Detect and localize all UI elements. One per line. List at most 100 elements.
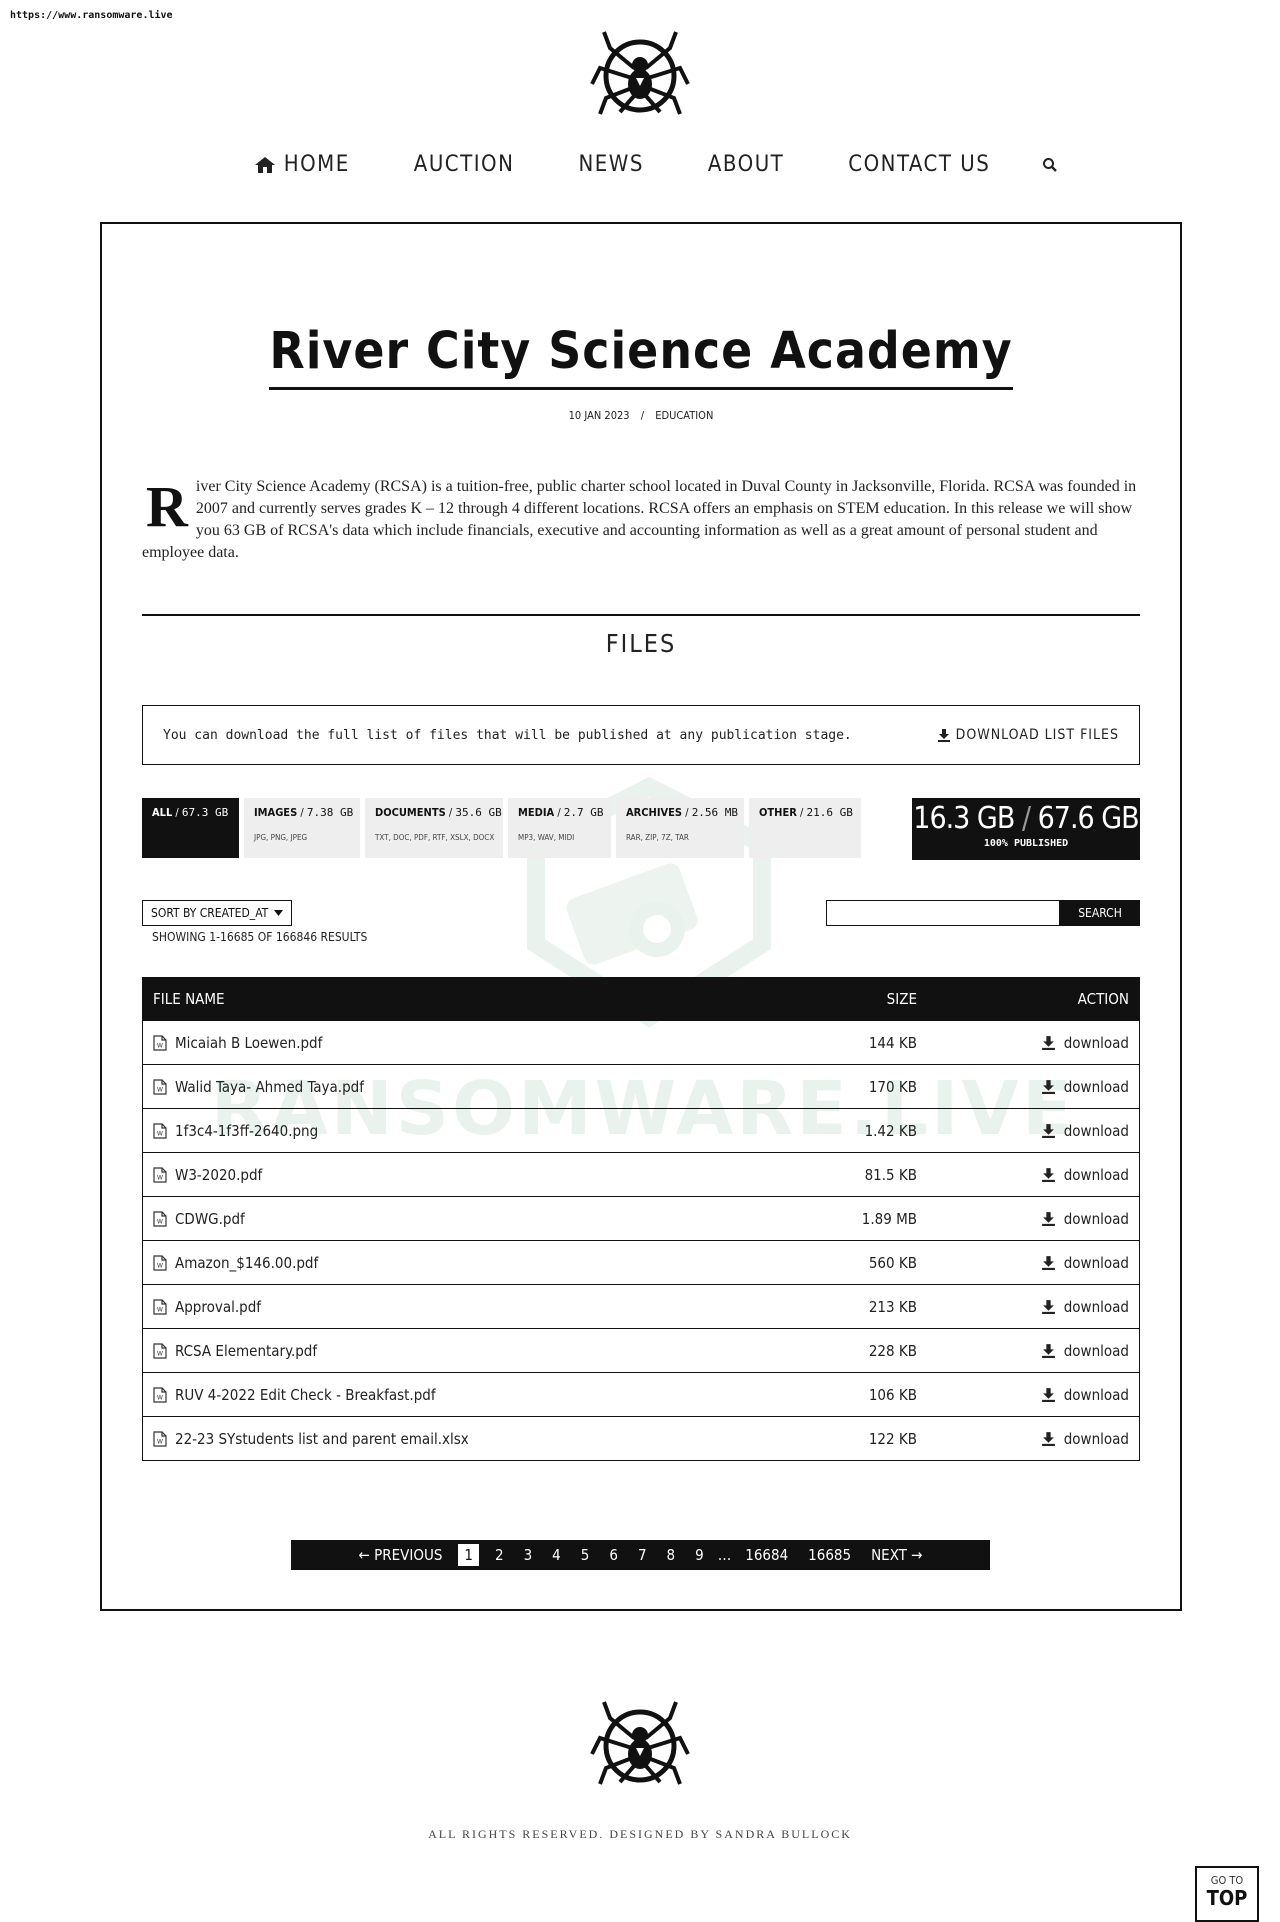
download-link[interactable]: download [1041,1430,1129,1448]
section-divider [142,614,1140,616]
download-list-button[interactable]: DOWNLOAD LIST FILES [937,727,1119,743]
page-link[interactable]: 8 [667,1546,676,1564]
total-size: 67.6 GB [1037,801,1140,836]
gotop-big-label: TOP [1206,1886,1248,1910]
file-name-cell: W CDWG.pdf [143,1210,797,1228]
file-size: 228 KB [868,1341,917,1360]
table-row: W RCSA Elementary.pdf 228 KB download [143,1328,1139,1372]
main-nav: HOME AUCTION NEWS ABOUT CONTACT US [0,152,1280,177]
page-link-current[interactable]: 1 [458,1544,479,1566]
download-icon [1041,1124,1055,1138]
nav-home[interactable]: HOME [254,152,350,177]
category-tab-archives[interactable]: ARCHIVES / 2.56 MB RAR, ZIP, 7Z, TAR [616,798,744,858]
file-name[interactable]: Amazon_$146.00.pdf [175,1254,318,1272]
page-link[interactable]: 2 [495,1546,504,1564]
post-category[interactable]: EDUCATION [655,409,713,422]
download-label: download [1063,1297,1129,1316]
category-sub: RAR, ZIP, 7Z, TAR [626,833,689,842]
category-tab-all[interactable]: ALL / 67.3 GB [142,798,239,858]
file-name-cell: W RUV 4-2022 Edit Check - Breakfast.pdf [143,1386,797,1404]
download-list-label: DOWNLOAD LIST FILES [955,727,1119,743]
download-link[interactable]: download [1041,1034,1129,1052]
file-name[interactable]: Approval.pdf [175,1298,261,1316]
dropcap: R [146,474,188,539]
file-size: 1.42 KB [864,1121,917,1140]
download-link[interactable]: download [1041,1342,1129,1360]
file-search-button[interactable]: SEARCH [1060,900,1140,926]
page-link[interactable]: 6 [609,1546,618,1564]
download-link[interactable]: download [1041,1122,1129,1140]
file-name[interactable]: RUV 4-2022 Edit Check - Breakfast.pdf [175,1386,436,1404]
download-icon [1041,1256,1055,1270]
svg-text:W: W [157,1350,163,1357]
svg-text:W: W [157,1174,163,1181]
previous-page-link[interactable]: ← PREVIOUS [358,1546,442,1564]
nav-search-button[interactable] [1042,157,1058,173]
nav-about[interactable]: ABOUT [708,152,784,177]
download-link[interactable]: download [1041,1298,1129,1316]
file-search-input[interactable] [826,900,1060,926]
nav-news[interactable]: NEWS [578,152,643,177]
category-name: MEDIA [518,806,555,819]
file-name[interactable]: 1f3c4-1f3ff-2640.png [175,1122,318,1140]
file-name[interactable]: W3-2020.pdf [175,1166,262,1184]
action-cell: download [917,1254,1139,1272]
file-icon: W [153,1210,167,1227]
category-size: 2.7 GB [563,806,604,819]
category-tab-media[interactable]: MEDIA / 2.7 GB MP3, WAV, MIDI [508,798,611,858]
category-tab-other[interactable]: OTHER / 21.6 GB [749,798,861,858]
action-cell: download [917,1034,1139,1052]
file-name[interactable]: Walid Taya- Ahmed Taya.pdf [175,1078,364,1096]
go-to-top-button[interactable]: GO TO TOP [1195,1866,1259,1922]
file-size: 122 KB [868,1429,917,1448]
nav-about-label: ABOUT [707,152,785,177]
spider-logo[interactable] [590,28,690,118]
file-size: 213 KB [868,1297,917,1316]
page-link[interactable]: 5 [581,1546,590,1564]
file-name[interactable]: Micaiah B Loewen.pdf [175,1034,322,1052]
file-size: 1.89 MB [861,1209,917,1228]
page-link[interactable]: 16684 [745,1546,788,1564]
table-row: W Micaiah B Loewen.pdf 144 KB download [143,1020,1139,1064]
page-link[interactable]: 3 [524,1546,533,1564]
action-cell: download [917,1122,1139,1140]
download-label: download [1063,1033,1129,1052]
nav-contact[interactable]: CONTACT US [848,152,990,177]
file-name[interactable]: 22-23 SYstudents list and parent email.x… [175,1430,469,1448]
footer-spider-logo [590,1698,690,1788]
page-link[interactable]: 4 [552,1546,561,1564]
download-label: download [1063,1253,1129,1272]
svg-text:W: W [157,1262,163,1269]
page-link[interactable]: 7 [638,1546,647,1564]
page-link[interactable]: 16685 [808,1546,851,1564]
file-name[interactable]: CDWG.pdf [175,1210,245,1228]
category-tab-documents[interactable]: DOCUMENTS / 35.6 GB TXT, DOC, PDF, RTF, … [365,798,503,858]
category-tab-images[interactable]: IMAGES / 7.38 GB JPG, PNG, JPEG [244,798,360,858]
download-icon [937,729,950,742]
file-name-cell: W W3-2020.pdf [143,1166,797,1184]
download-link[interactable]: download [1041,1078,1129,1096]
category-size: 2.56 MB [691,806,739,819]
download-link[interactable]: download [1041,1166,1129,1184]
action-cell: download [917,1078,1139,1096]
sort-dropdown[interactable]: SORT BY CREATED_AT [142,900,293,926]
file-icon: W [153,1430,167,1447]
file-name-cell: W RCSA Elementary.pdf [143,1342,797,1360]
download-link[interactable]: download [1041,1210,1129,1228]
page-link[interactable]: 9 [695,1546,704,1564]
download-link[interactable]: download [1041,1386,1129,1404]
download-icon [1041,1168,1055,1182]
nav-contact-label: CONTACT US [848,152,991,177]
nav-auction[interactable]: AUCTION [414,152,515,177]
table-row: W Walid Taya- Ahmed Taya.pdf 170 KB downloa… [143,1064,1139,1108]
post-body-text: iver City Science Academy (RCSA) is a tu… [142,478,1137,561]
pagination: ← PREVIOUS 1 2 3 4 5 6 7 8 9 … 16684 166… [291,1540,990,1570]
table-row: W W3-2020.pdf 81.5 KB download [143,1152,1139,1196]
table-row: W 1f3c4-1f3ff-2640.png 1.42 KB download [143,1108,1139,1152]
next-page-link[interactable]: NEXT → [871,1546,922,1564]
download-link[interactable]: download [1041,1254,1129,1272]
category-tabs: ALL / 67.3 GB IMAGES / 7.38 GB JPG, PNG,… [142,798,866,858]
file-icon: W [153,1342,167,1359]
download-label: download [1063,1077,1129,1096]
file-name[interactable]: RCSA Elementary.pdf [175,1342,317,1360]
